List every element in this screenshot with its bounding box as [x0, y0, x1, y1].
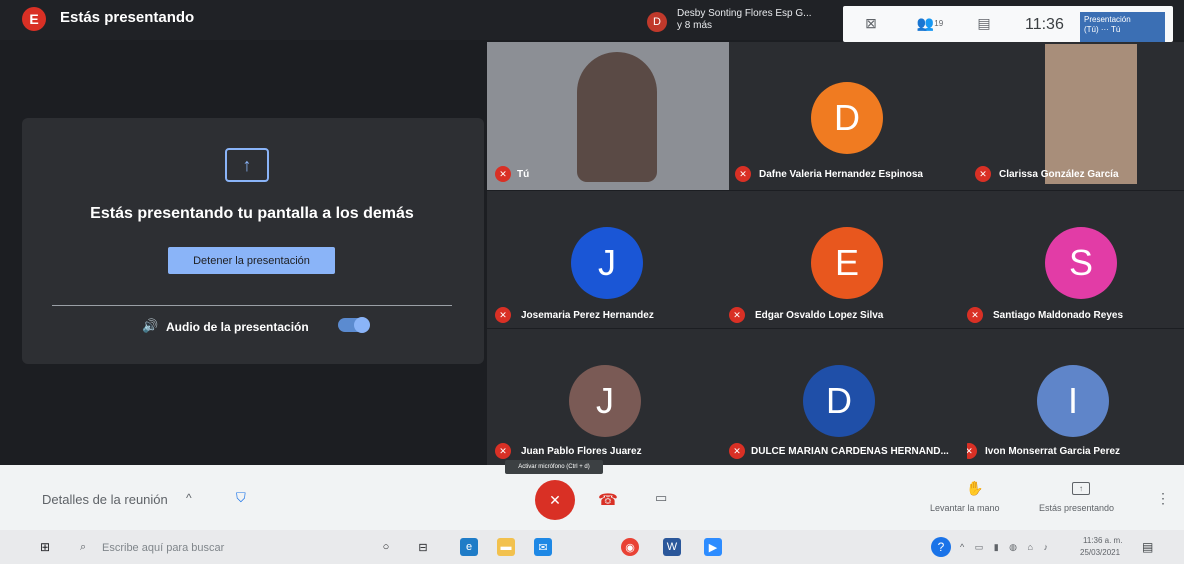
participant-name: Santiago Maldonado Reyes — [993, 310, 1124, 321]
thumb-you-short: Tú — [1110, 25, 1121, 34]
presenter-names-line2: y 8 más — [677, 20, 713, 31]
stop-presenting-button[interactable]: Detener la presentación — [168, 247, 335, 274]
participant-avatar: E — [811, 227, 883, 299]
file-explorer-icon[interactable]: ▬ — [497, 538, 515, 556]
mic-off-icon: ✕ — [967, 443, 977, 459]
participant-video — [1045, 44, 1137, 184]
camera-icon[interactable]: ▭ — [655, 490, 667, 506]
participant-name: Juan Pablo Flores Juarez — [521, 446, 642, 457]
people-icon[interactable]: 👥 19 — [915, 15, 945, 31]
mic-tooltip: Activar micrófono (Ctrl + d) — [505, 460, 603, 474]
mic-off-icon: ✕ — [729, 307, 745, 323]
presenter-names-line1: Desby Sonting Flores Esp G... — [677, 8, 812, 19]
share-screen-icon: ↑ — [225, 148, 269, 182]
participant-avatar: D — [811, 82, 883, 154]
raise-hand-icon[interactable]: ✋ — [966, 480, 983, 497]
participant-avatar: D — [803, 365, 875, 437]
divider — [52, 305, 452, 306]
toggle-knob[interactable] — [354, 317, 370, 333]
participant-avatar: J — [571, 227, 643, 299]
mic-off-icon: ✕ — [495, 443, 511, 459]
presenter-avatar: D — [647, 12, 667, 32]
participant-grid: ✕ Tú D ✕ Dafne Valeria Hernandez Espinos… — [487, 42, 1184, 466]
participant-name: DULCE MARIAN CARDENAS HERNAND... — [751, 446, 949, 457]
mic-off-icon: ✕ — [735, 166, 751, 182]
presenter-names: Desby Sonting Flores Esp G... y 8 más — [677, 8, 827, 32]
participant-name: Clarissa González García — [999, 169, 1119, 180]
participant-tile[interactable]: I ✕ Ivon Monserrat Garcia Perez — [967, 328, 1184, 466]
taskbar-search[interactable]: Escribe aquí para buscar — [102, 542, 224, 554]
participant-avatar: S — [1045, 227, 1117, 299]
chevron-up-icon[interactable]: ^ — [186, 491, 192, 505]
user-avatar: E — [22, 7, 46, 31]
participant-tile[interactable]: E ✕ Edgar Osvaldo Lopez Silva — [729, 190, 967, 329]
present-icon[interactable]: ↑ — [1072, 482, 1090, 495]
participant-avatar: I — [1037, 365, 1109, 437]
raise-hand-label[interactable]: Levantar la mano — [930, 503, 1000, 513]
participant-tile[interactable]: J ✕ Juan Pablo Flores Juarez — [487, 328, 729, 466]
participants-count: 19 — [934, 18, 944, 28]
task-view-icon[interactable]: ⊟ — [414, 538, 432, 556]
meeting-time: 11:36 — [1025, 16, 1064, 33]
thumb-label: Presentación — [1084, 15, 1131, 24]
mail-icon[interactable]: ✉ — [534, 538, 552, 556]
participant-name: Tú — [517, 169, 530, 180]
chat-icon[interactable]: ▤ — [975, 15, 993, 31]
mic-off-icon: ✕ — [495, 307, 511, 323]
mic-off-icon: ✕ — [729, 443, 745, 459]
hangup-icon[interactable]: ☎ — [598, 490, 618, 510]
taskbar-clock-time[interactable]: 11:36 a. m. — [1083, 536, 1122, 545]
participant-tile[interactable]: ✕ Clarissa González García — [967, 42, 1184, 190]
mic-off-icon: ✕ — [975, 166, 991, 182]
presenting-title: Estás presentando — [60, 9, 195, 26]
meeting-controls-bar — [0, 465, 1184, 530]
thumb-you-label: (Tú) — [1084, 25, 1099, 34]
thumb-you: (Tú) ··· Tú — [1084, 25, 1121, 34]
more-options-icon[interactable]: ⋮ — [1156, 490, 1170, 507]
chrome-icon[interactable]: ◉ — [621, 538, 639, 556]
cortana-icon[interactable]: ○ — [377, 538, 395, 556]
windows-icon[interactable]: ⊞ — [40, 540, 54, 554]
taskbar-clock-date[interactable]: 25/03/2021 — [1080, 548, 1120, 557]
participant-tile[interactable]: D ✕ DULCE MARIAN CARDENAS HERNAND... — [729, 328, 967, 466]
participant-tile[interactable]: S ✕ Santiago Maldonado Reyes — [967, 190, 1184, 329]
participant-tile[interactable]: J ✕ Josemaria Perez Hernandez — [487, 190, 729, 329]
participant-tile[interactable]: D ✕ Dafne Valeria Hernandez Espinosa — [729, 42, 967, 190]
participant-name: Ivon Monserrat Garcia Perez — [985, 446, 1121, 457]
self-video-person — [577, 52, 657, 182]
mic-off-icon: ✕ — [495, 166, 511, 182]
participant-avatar: J — [569, 365, 641, 437]
layout-icon[interactable]: ⊠ — [862, 15, 880, 31]
system-tray-icons[interactable]: ^ ▭ ▮ ◍ ⌂ ♪ — [960, 542, 1052, 553]
mic-off-button[interactable]: ✕ — [535, 480, 575, 520]
help-icon[interactable]: ? — [931, 537, 951, 557]
presenting-message: Estás presentando tu pantalla a los demá… — [90, 205, 414, 222]
self-view-thumbnail[interactable]: Presentación (Tú) ··· Tú — [1080, 12, 1165, 42]
word-icon[interactable]: W — [663, 538, 681, 556]
shield-icon[interactable]: ⛉ — [236, 490, 246, 506]
edge-icon[interactable]: e — [460, 538, 478, 556]
participant-name: Dafne Valeria Hernandez Espinosa — [759, 169, 923, 180]
participant-tile-self[interactable]: ✕ Tú — [487, 42, 729, 190]
speaker-icon: 🔊 — [142, 318, 159, 333]
zoom-icon[interactable]: ▶ — [704, 538, 722, 556]
participant-name: Josemaria Perez Hernandez — [521, 310, 654, 321]
mic-off-icon: ✕ — [967, 307, 983, 323]
search-icon[interactable]: ⌕ — [80, 541, 86, 554]
meeting-details-button[interactable]: Detalles de la reunión — [42, 492, 168, 507]
participant-name: Edgar Osvaldo Lopez Silva — [755, 310, 884, 321]
notification-icon[interactable]: ▤ — [1142, 540, 1153, 554]
present-label[interactable]: Estás presentando — [1039, 503, 1114, 513]
presentation-audio-label: Audio de la presentación — [166, 320, 309, 334]
